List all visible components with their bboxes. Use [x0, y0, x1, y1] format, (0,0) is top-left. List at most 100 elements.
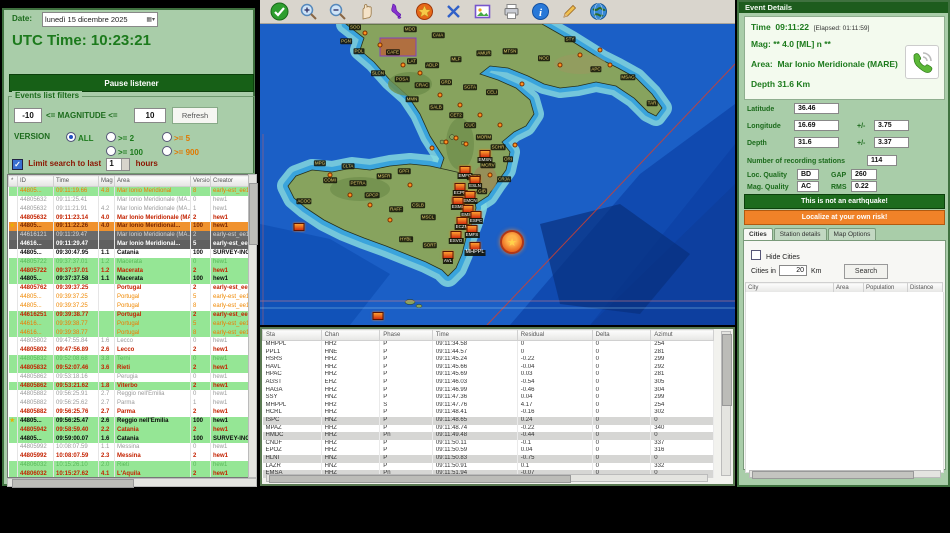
station-label[interactable]: GPCP	[364, 192, 380, 198]
station-row[interactable]: HLNI HNZ P 09:11:50.83 -0.75 0 0	[262, 454, 714, 463]
station-row[interactable]: HPAC HHZ P 09:11:45.69 0.03 0 281	[262, 371, 714, 379]
call-button[interactable]	[905, 45, 939, 79]
station-label[interactable]: AVL	[442, 258, 454, 264]
station-label[interactable]: LAT	[407, 58, 417, 64]
station-label[interactable]: CUC	[464, 122, 476, 128]
station-row[interactable]: ISPC HNZ P 09:11:48.65 0.24 0 0	[262, 416, 714, 425]
station-label[interactable]: POL	[353, 48, 365, 54]
cities-km-input[interactable]: 20	[779, 265, 807, 276]
station-label[interactable]: PGN	[340, 38, 352, 44]
station-row[interactable]: CNDF HHZ P 09:11:50.11 -0.1 0 337	[262, 439, 714, 448]
event-row[interactable]: 44616121 09:11:29.47 Mar Ionio Meridionale…	[8, 231, 248, 241]
draw-pencil-icon[interactable]	[558, 0, 581, 23]
event-row[interactable]: 44805632 09:11:23.14 4.0 Mar Ionio Meridion…	[8, 213, 248, 223]
station-label[interactable]: ESPC	[468, 218, 484, 224]
pan-hand-icon[interactable]	[355, 0, 378, 23]
print-icon[interactable]	[500, 0, 523, 23]
station-label[interactable]: GIB	[477, 188, 487, 194]
events-table-header[interactable]: *IDTimeMagAreaVersionCreator	[8, 175, 248, 187]
station-vertical-scrollbar[interactable]	[721, 331, 732, 476]
tab-cities[interactable]: Cities	[743, 228, 773, 240]
station-row[interactable]: HSRS HHZ P 09:11:45.24 -0.22 0 299	[262, 356, 714, 364]
station-label[interactable]: GPFI	[397, 168, 411, 174]
station-table-header[interactable]: Sta Chan Phase Time Residual Delta Azimut	[262, 329, 714, 341]
station-label[interactable]: MORM	[475, 134, 493, 140]
station-label[interactable]: SCHR	[490, 144, 506, 150]
confirm-icon[interactable]	[268, 0, 291, 23]
station-label[interactable]: ORI	[502, 156, 514, 162]
world-globe-icon[interactable]	[587, 0, 610, 23]
event-row[interactable]: 44805762 09:39:37.25 Portugal 2 early-est_ee…	[8, 284, 248, 294]
longitude-error-field[interactable]: 3.75	[874, 120, 909, 131]
station-row[interactable]: AGST EHZ P 09:11:46.03 -0.54 0 305	[262, 378, 714, 387]
event-row[interactable]: 44805... 09:37:37.58 1.1 Macerata 100 hew1	[8, 275, 248, 285]
event-row[interactable]: 44805... 09:39:37.25 Portugal 5 early-est_ee…	[8, 293, 248, 302]
event-row[interactable]: ★ 44805... 09:56:25.47 2.6 Reggio nell'Emili…	[8, 416, 248, 426]
station-label[interactable]: MMN	[405, 96, 419, 102]
station-label[interactable]: ACOO	[296, 198, 312, 204]
station-label[interactable]: GRD	[440, 79, 452, 85]
event-row[interactable]: 44805... 09:39:37.25 Portugal 8 early-est_ee…	[8, 301, 248, 311]
tab-map-options[interactable]: Map Options	[827, 228, 877, 240]
station-label[interactable]: CRAC	[414, 82, 430, 88]
event-row[interactable]: 44805632 09:11:25.41 Mar Ionio Meridionale…	[8, 195, 248, 205]
station-label[interactable]: MTSN	[502, 48, 518, 54]
station-label[interactable]: ADLP	[425, 62, 439, 68]
station-label[interactable]: MSCL	[420, 214, 436, 220]
event-row[interactable]: 44805882 09:56:25.91 2.7 Reggio nell'Emilia…	[8, 390, 248, 400]
station-row[interactable]: HAVL HHZ P 09:11:45.66 -0.04 0 292	[262, 363, 714, 372]
event-row[interactable]: 44805942 09:58:59.40 2.2 Catania 2 hew1	[8, 425, 248, 435]
event-row[interactable]: 44805802 09:47:56.89 2.6 Lecco 2 hew1	[8, 346, 248, 356]
cities-search-button[interactable]: Search	[844, 264, 888, 279]
station-label[interactable]: SALB	[429, 104, 443, 110]
event-row[interactable]: 44616... 09:11:29.47 Mar Ionio Meridional.…	[8, 240, 248, 249]
mag-quality-field[interactable]: AC	[797, 181, 819, 192]
date-picker[interactable]: lunedì 15 dicembre 2025 ▦▾	[42, 12, 158, 27]
events-horizontal-scrollbar[interactable]	[7, 478, 257, 488]
limit-search-checkbox[interactable]: ✓	[12, 159, 23, 170]
events-vertical-scrollbar[interactable]	[248, 174, 258, 478]
version-radio-all[interactable]: ALL	[66, 132, 94, 143]
station-label[interactable]: EMSN	[477, 157, 493, 163]
station-row[interactable]: MHPPL HH2 P 09:11:34.58 0 0 254	[262, 340, 714, 349]
favorite-star-icon[interactable]	[413, 0, 436, 23]
event-row[interactable]: 44805632 09:11:21.91 4.2 Mar Ionio Meridion…	[8, 204, 248, 214]
magnitude-max-input[interactable]: 10	[134, 108, 166, 123]
event-row[interactable]: 44616251 09:39:38.77 Portugal 2 early-est_ee…	[8, 310, 248, 320]
station-row[interactable]: PPL1 HNE P 09:11:44.57 0 0 281	[262, 348, 714, 357]
triggered-station-marker[interactable]	[293, 223, 305, 231]
event-row[interactable]: 44805722 09:37:37.01 1.2 Macerata 0 hew1	[8, 257, 248, 267]
station-label[interactable]: SOO	[348, 24, 362, 30]
station-label[interactable]: PETRA	[349, 180, 367, 186]
station-label[interactable]: TAR	[646, 100, 658, 106]
event-row[interactable]: 44805992 10:08:07.59 1.1 Messina 0 hew1	[8, 443, 248, 453]
station-label[interactable]: CRJA	[497, 176, 511, 182]
station-label[interactable]: ESLN	[468, 183, 482, 189]
longitude-field[interactable]: 16.69	[794, 120, 839, 131]
station-label[interactable]: NOC	[538, 55, 550, 61]
depth-error-field[interactable]: 3.37	[874, 137, 909, 148]
image-export-icon[interactable]	[471, 0, 494, 23]
station-label[interactable]: MDO	[403, 26, 417, 32]
station-row[interactable]: HMDC HHZ Pn 09:11:49.48 -0.44 0 0	[262, 432, 714, 440]
event-row[interactable]: 44806032 10:15:26.10 2.0 Rieti 0 hew1	[8, 461, 248, 470]
station-label[interactable]: AMUR	[476, 50, 492, 56]
event-row[interactable]: 44806032 10:15:27.62 4.1 L'Aquila 2 hew1	[8, 470, 248, 477]
station-row[interactable]: SSY HNZ P 09:11:47.36 0.04 0 299	[262, 394, 714, 402]
cities-horizontal-scrollbar[interactable]	[749, 470, 941, 479]
event-row[interactable]: 44805722 09:37:37.01 1.2 Macerata 2 hew1	[8, 266, 248, 276]
station-label[interactable]: STY	[564, 36, 576, 42]
triggered-station-marker[interactable]	[372, 312, 384, 320]
cities-table-header[interactable]: City Area Population Distance	[745, 282, 943, 293]
calendar-icon[interactable]: ▦▾	[146, 16, 155, 23]
station-row[interactable]: HCRL HHZ P 09:11:48.41 -0.16 0 302	[262, 409, 714, 417]
event-row[interactable]: 44805802 09:47:55.84 1.6 Lecco 0 hew1	[8, 337, 248, 347]
info-icon[interactable]: i	[529, 0, 552, 23]
depth-field[interactable]: 31.6	[794, 137, 839, 148]
station-row[interactable]: MHPPL HH2 S 09:11:47.76 4.17 0 254	[262, 401, 714, 410]
version-radio-5[interactable]: >= 5	[162, 132, 190, 143]
station-label[interactable]: ESVO	[448, 238, 464, 244]
station-label[interactable]: RAFF	[389, 206, 403, 212]
version-radio-900[interactable]: >= 900	[162, 146, 199, 157]
event-row[interactable]: 44805... 09:59:00.07 1.6 Catania 100 SURVEY-I…	[8, 434, 248, 444]
